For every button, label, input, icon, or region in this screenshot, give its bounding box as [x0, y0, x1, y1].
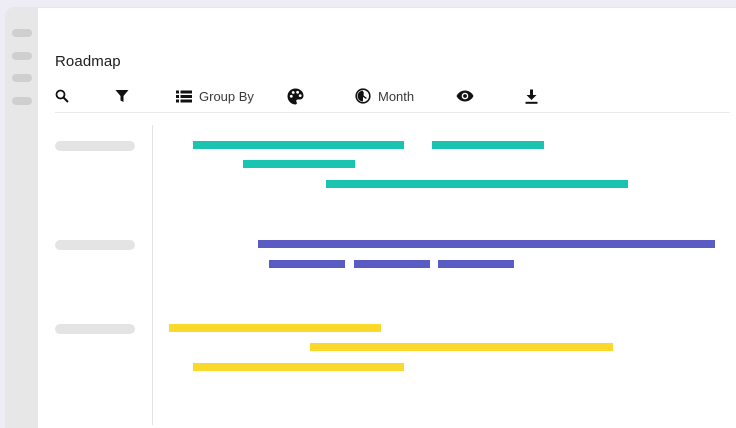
- timeline-divider: [152, 125, 153, 425]
- group-label-1: [55, 141, 135, 151]
- app-window: Roadmap Group By Month: [6, 8, 736, 428]
- search-icon: [55, 89, 69, 103]
- search-button[interactable]: [55, 86, 69, 106]
- group-by-button[interactable]: Group By: [176, 86, 254, 106]
- period-button[interactable]: Month: [355, 86, 414, 106]
- color-button[interactable]: [287, 86, 304, 106]
- sidebar-item-3[interactable]: [12, 74, 32, 82]
- visibility-button[interactable]: [456, 86, 474, 106]
- group-by-label: Group By: [199, 88, 254, 104]
- timeline-bar[interactable]: [169, 324, 381, 332]
- timeline-bar[interactable]: [438, 260, 514, 268]
- timeline-bar[interactable]: [269, 260, 345, 268]
- eye-icon: [456, 90, 474, 102]
- timeline-bar[interactable]: [243, 160, 355, 168]
- timeline-bar[interactable]: [354, 260, 430, 268]
- filter-icon: [115, 90, 129, 102]
- timeline-bar[interactable]: [193, 141, 404, 149]
- timeline-bar[interactable]: [193, 363, 404, 371]
- sidebar-rail: [6, 8, 38, 428]
- page-title: Roadmap: [55, 53, 121, 70]
- half-circle-icon: [355, 88, 371, 104]
- timeline-bar[interactable]: [432, 141, 544, 149]
- sidebar-item-4[interactable]: [12, 97, 32, 105]
- group-label-2: [55, 240, 135, 250]
- toolbar: Group By Month: [55, 86, 730, 113]
- timeline-bar[interactable]: [326, 180, 628, 188]
- list-icon: [176, 90, 192, 102]
- group-label-3: [55, 324, 135, 334]
- filter-button[interactable]: [115, 86, 129, 106]
- timeline-bar[interactable]: [310, 343, 613, 351]
- sidebar-item-1[interactable]: [12, 29, 32, 37]
- palette-icon: [287, 88, 304, 104]
- download-button[interactable]: [525, 86, 538, 106]
- timeline-bar[interactable]: [258, 240, 715, 248]
- download-icon: [525, 89, 538, 104]
- period-label: Month: [378, 88, 415, 104]
- sidebar-item-2[interactable]: [12, 52, 32, 60]
